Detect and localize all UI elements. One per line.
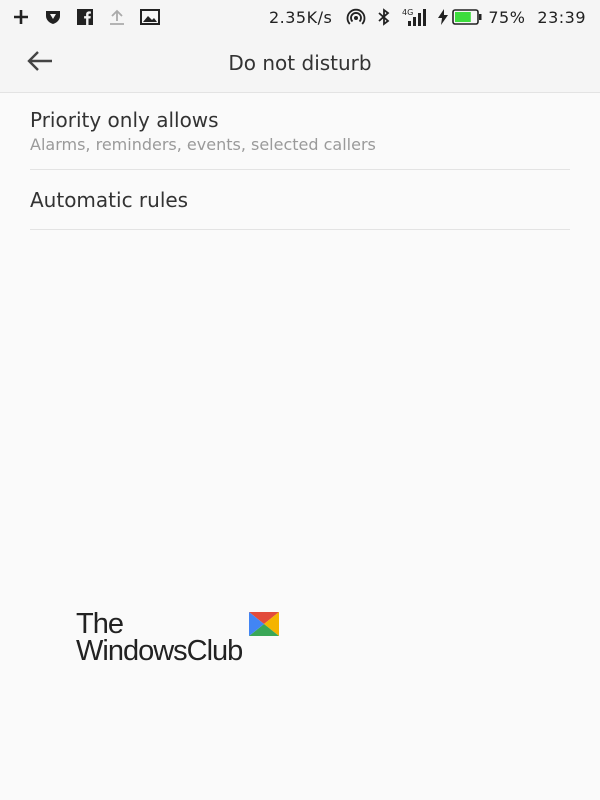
battery-level [455, 12, 472, 22]
signal-icon: 4G [402, 7, 428, 27]
plus-icon [12, 8, 30, 26]
battery-icon [452, 9, 482, 25]
system-status: 2.35K/s 4G 75% 23:39 [269, 7, 586, 27]
hotspot-icon [346, 8, 366, 26]
charging-icon [438, 9, 449, 25]
priority-only-allows-item[interactable]: Priority only allows Alarms, reminders, … [30, 93, 570, 170]
page-title: Do not disturb [228, 51, 372, 75]
upload-icon [108, 8, 126, 26]
facebook-icon [76, 8, 94, 26]
notification-icons [12, 8, 174, 26]
windows-logo-icon [249, 612, 279, 640]
clock: 23:39 [537, 7, 586, 27]
status-bar: 2.35K/s 4G 75% 23:39 [0, 0, 600, 34]
item-title: Priority only allows [30, 108, 219, 132]
item-title: Automatic rules [30, 188, 189, 212]
watermark-line2: WindowsClub [76, 635, 243, 667]
watermark-logo: The WindowsClub [76, 608, 286, 670]
network-speed: 2.35K/s [268, 7, 333, 27]
toolbar: Do not disturb [0, 34, 600, 93]
item-subtitle: Alarms, reminders, events, selected call… [30, 135, 376, 154]
bluetooth-icon [376, 8, 392, 26]
image-icon [140, 8, 160, 26]
settings-list: Priority only allows Alarms, reminders, … [30, 93, 570, 230]
shield-icon [44, 8, 62, 26]
battery-percent: 75% [488, 7, 526, 27]
network-type: 4G [402, 8, 413, 17]
automatic-rules-item[interactable]: Automatic rules [30, 170, 570, 230]
